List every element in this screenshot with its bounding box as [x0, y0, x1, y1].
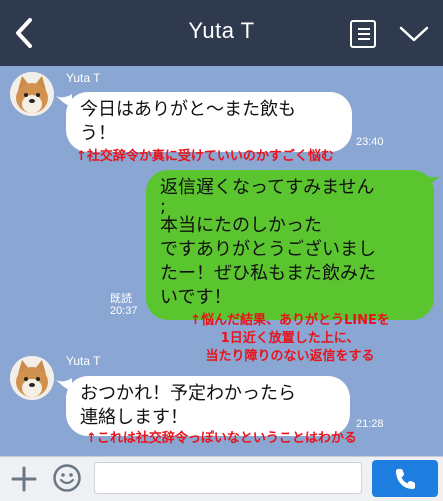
message-timestamp: 20:37: [110, 305, 138, 317]
smiley-icon[interactable]: [52, 463, 82, 493]
message-text-line: おつかれ！予定わかったら: [80, 383, 296, 404]
message-timestamp: 23:40: [356, 136, 384, 148]
message-text-line: 今日はありがと〜また飲も: [80, 99, 296, 120]
menu-list-icon[interactable]: [350, 20, 376, 48]
message-bubble-outgoing[interactable]: 返信遅くなってすみません ; 本当にたのしかった ですありがとうございまし たー…: [146, 170, 434, 320]
message-text-line: う！: [80, 123, 116, 144]
composer-bar: [0, 456, 443, 501]
phone-icon: [396, 469, 415, 489]
chat-area[interactable]: Yuta T 今日はありがと〜また飲も う！ 23:40 ↑社交辞令か真に受けて…: [0, 66, 443, 456]
message-text-line: 返信遅くなってすみません: [160, 177, 375, 198]
read-receipt: 既読: [110, 293, 132, 305]
chat-header: Yuta T: [0, 0, 443, 66]
annotation-line: ↑悩んだ結果、ありがとうLINEを: [190, 313, 390, 328]
call-button[interactable]: [372, 460, 438, 497]
annotation-note: ↑これは社交辞令っぽいなということはわかる: [86, 431, 357, 446]
message-text-line: たー！ぜひ私もまた飲みた: [160, 263, 376, 284]
message-text-line: いです！: [160, 287, 232, 308]
annotation-note: ↑悩んだ結果、ありがとうLINEを 1日近く放置した上に、 当たり障りのない返信…: [160, 312, 420, 366]
avatar[interactable]: [10, 72, 54, 116]
sender-name: Yuta T: [66, 71, 101, 85]
annotation-note: ↑社交辞令か真に受けていいのかすごく悩む: [76, 149, 334, 164]
message-text-line: 連絡します！: [80, 407, 188, 428]
annotation-line: 当たり障りのない返信をする: [205, 349, 375, 364]
message-bubble-incoming[interactable]: 今日はありがと〜また飲も う！: [66, 92, 352, 152]
chevron-down-icon[interactable]: [398, 24, 430, 44]
message-timestamp: 21:28: [356, 418, 384, 430]
sender-name: Yuta T: [66, 354, 101, 368]
avatar-shiba-icon: [10, 72, 54, 116]
message-input[interactable]: [94, 462, 362, 494]
avatar-shiba-icon: [10, 356, 54, 400]
message-bubble-incoming[interactable]: おつかれ！予定わかったら 連絡します！: [66, 376, 350, 436]
message-text-line: ですありがとうございまし: [160, 239, 376, 260]
plus-icon[interactable]: [10, 465, 38, 493]
avatar[interactable]: [10, 356, 54, 400]
annotation-line: 1日近く放置した上に、: [220, 331, 360, 346]
chat-title: Yuta T: [188, 18, 255, 43]
message-text-line: ;: [160, 196, 167, 217]
message-text-line: 本当にたのしかった: [160, 215, 322, 236]
